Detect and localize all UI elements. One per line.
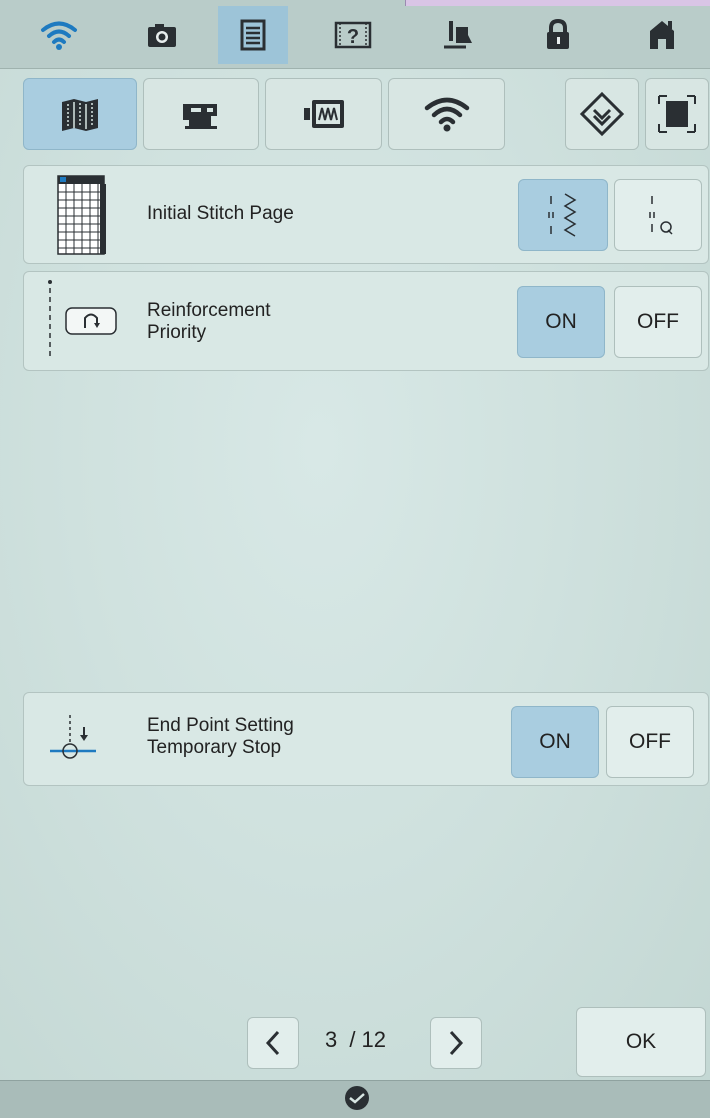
wireless-icon — [424, 97, 469, 132]
stitch-pattern-icon — [579, 91, 625, 137]
utility-stitch-option-button[interactable] — [518, 179, 608, 251]
reinforcement-off-button[interactable]: OFF — [614, 286, 702, 358]
end-point-icon — [50, 715, 96, 759]
general-settings-icon — [62, 99, 98, 131]
ok-button[interactable]: OK — [576, 1007, 706, 1077]
initial-stitch-page-label: Initial Stitch Page — [147, 203, 294, 224]
lock-icon[interactable] — [523, 6, 593, 64]
tab-embroidery[interactable] — [265, 78, 382, 150]
chevron-right-icon — [449, 1030, 464, 1056]
screen-display-icon — [658, 95, 696, 133]
reinforcement-priority-icon — [48, 280, 117, 360]
embroidery-frame-icon — [303, 100, 344, 128]
utility-stitch-icon — [548, 193, 577, 237]
tab-stitch-pattern[interactable] — [565, 78, 639, 150]
top-toolbar: ? — [0, 0, 710, 69]
reinforcement-on-button[interactable]: ON — [517, 286, 605, 358]
page-separator: / — [349, 1027, 356, 1052]
end-point-setting-label: End Point Setting Temporary Stop — [147, 715, 294, 759]
tab-general-settings[interactable] — [23, 78, 137, 150]
camera-icon[interactable] — [127, 6, 197, 64]
svg-text:?: ? — [347, 26, 359, 48]
stitch-grid-icon — [57, 175, 106, 255]
setting-row-initial-stitch-page: Initial Stitch Page — [23, 165, 709, 264]
sewing-machine-icon — [183, 104, 217, 129]
bottom-status-bar — [0, 1080, 710, 1118]
reinforcement-label-line2: Priority — [147, 322, 207, 343]
settings-screen: ? Initial Stitch Page Reinforcement Prio… — [0, 0, 710, 1118]
reinforcement-priority-label: Reinforcement Priority — [147, 300, 271, 344]
tab-sewing-machine[interactable] — [143, 78, 259, 150]
next-page-button[interactable] — [430, 1017, 482, 1069]
end-point-label-line1: End Point Setting — [147, 715, 294, 736]
setting-row-reinforcement-priority: Reinforcement Priority ON OFF — [23, 271, 709, 371]
tab-screen-display[interactable] — [645, 78, 709, 150]
page-indicator: 3 /12 — [325, 1027, 415, 1053]
settings-page-icon[interactable] — [218, 6, 288, 64]
tab-wireless[interactable] — [388, 78, 505, 150]
quilt-stitch-icon — [649, 196, 673, 235]
clock-icon[interactable] — [344, 1085, 370, 1111]
presser-foot-icon[interactable] — [423, 6, 493, 64]
reinforcement-label-line1: Reinforcement — [147, 300, 271, 321]
quilt-stitch-option-button[interactable] — [614, 179, 702, 251]
total-pages: 12 — [361, 1027, 386, 1052]
wifi-icon[interactable] — [24, 6, 94, 64]
end-point-on-button[interactable]: ON — [511, 706, 599, 778]
chevron-left-icon — [265, 1030, 280, 1056]
end-point-label-line2: Temporary Stop — [147, 737, 282, 758]
help-icon[interactable]: ? — [318, 6, 388, 64]
end-point-off-button[interactable]: OFF — [606, 706, 694, 778]
home-icon[interactable] — [627, 6, 697, 64]
current-page: 3 — [325, 1027, 338, 1052]
previous-page-button[interactable] — [247, 1017, 299, 1069]
setting-row-end-point-setting: End Point Setting Temporary Stop ON OFF — [23, 692, 709, 786]
